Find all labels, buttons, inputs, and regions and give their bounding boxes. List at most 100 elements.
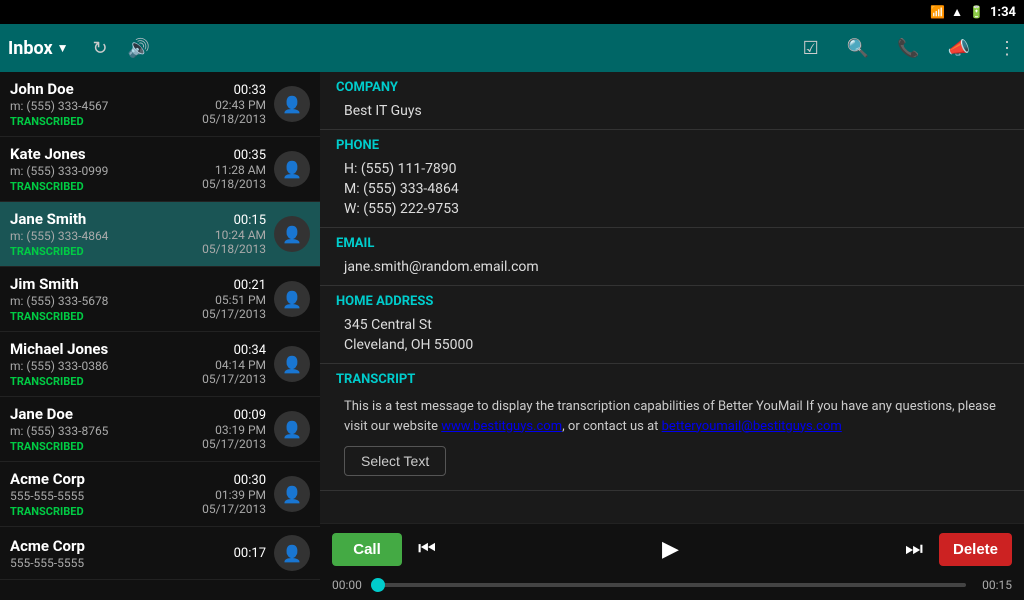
contact-date-1: 05/18/2013 bbox=[202, 177, 266, 191]
clock: 1:34 bbox=[990, 5, 1016, 20]
contact-list: John Doe m: (555) 333-4567 TRANSCRIBED 0… bbox=[0, 72, 320, 600]
search-icon[interactable]: 🔍 bbox=[847, 38, 869, 59]
avatar-icon-1 bbox=[282, 159, 302, 180]
contact-meta-1: 00:35 11:28 AM 05/18/2013 bbox=[202, 148, 266, 191]
contact-date-3: 05/17/2013 bbox=[202, 307, 266, 321]
contact-avatar-5 bbox=[274, 411, 310, 447]
contact-number-1: m: (555) 333-0999 bbox=[10, 164, 202, 178]
contact-info-3: Jim Smith m: (555) 333-5678 TRANSCRIBED bbox=[10, 275, 202, 323]
contact-meta-4: 00:34 04:14 PM 05/17/2013 bbox=[202, 343, 266, 386]
contact-avatar-6 bbox=[274, 476, 310, 512]
transcript-link1[interactable]: www.bestitguys.com bbox=[441, 419, 562, 434]
contact-status-6: TRANSCRIBED bbox=[10, 505, 202, 518]
contact-duration-1: 00:35 bbox=[202, 148, 266, 163]
contact-item-5[interactable]: Jane Doe m: (555) 333-8765 TRANSCRIBED 0… bbox=[0, 397, 320, 462]
contact-date-4: 05/17/2013 bbox=[202, 372, 266, 386]
progress-thumb bbox=[371, 578, 385, 592]
phone-log-icon[interactable]: 📞 bbox=[897, 38, 919, 59]
contact-meta-2: 00:15 10:24 AM 05/18/2013 bbox=[202, 213, 266, 256]
contact-info-1: Kate Jones m: (555) 333-0999 TRANSCRIBED bbox=[10, 145, 202, 193]
delete-button[interactable]: Delete bbox=[939, 533, 1012, 566]
contact-item-0[interactable]: John Doe m: (555) 333-4567 TRANSCRIBED 0… bbox=[0, 72, 320, 137]
contact-name-4: Michael Jones bbox=[10, 340, 202, 358]
select-text-button[interactable]: Select Text bbox=[344, 446, 446, 476]
avatar-icon-6 bbox=[282, 484, 302, 505]
contact-status-2: TRANSCRIBED bbox=[10, 245, 202, 258]
address-line2: Cleveland, OH 55000 bbox=[336, 335, 1008, 355]
rewind-button[interactable]: ⏮ bbox=[410, 534, 444, 565]
player-progress: 00:00 00:15 bbox=[320, 574, 1024, 600]
contact-item-7[interactable]: Acme Corp 555-555-5555 00:17 bbox=[0, 527, 320, 580]
contact-meta-6: 00:30 01:39 PM 05/17/2013 bbox=[202, 473, 266, 516]
phone-section: PHONE H: (555) 111-7890 M: (555) 333-486… bbox=[320, 130, 1024, 228]
transcript-body: This is a test message to display the tr… bbox=[336, 393, 1008, 440]
contact-date-2: 05/18/2013 bbox=[202, 242, 266, 256]
email-value: jane.smith@random.email.com bbox=[336, 257, 1008, 277]
avatar-icon-0 bbox=[282, 94, 302, 115]
phone-w: W: (555) 222-9753 bbox=[336, 199, 1008, 219]
company-value: Best IT Guys bbox=[336, 101, 1008, 121]
contact-duration-5: 00:09 bbox=[202, 408, 266, 423]
contact-date-0: 05/18/2013 bbox=[202, 112, 266, 126]
contact-status-0: TRANSCRIBED bbox=[10, 115, 202, 128]
contact-time-3: 05:51 PM bbox=[202, 293, 266, 307]
contact-time-4: 04:14 PM bbox=[202, 358, 266, 372]
call-button[interactable]: Call bbox=[332, 533, 402, 566]
avatar-icon-7 bbox=[282, 543, 302, 564]
contact-date-6: 05/17/2013 bbox=[202, 502, 266, 516]
signal-icon: 📶 bbox=[930, 5, 945, 19]
battery-icon: 🔋 bbox=[969, 5, 984, 19]
contact-item-6[interactable]: Acme Corp 555-555-5555 TRANSCRIBED 00:30… bbox=[0, 462, 320, 527]
phone-m: M: (555) 333-4864 bbox=[336, 179, 1008, 199]
contact-name-6: Acme Corp bbox=[10, 470, 202, 488]
contact-time-6: 01:39 PM bbox=[202, 488, 266, 502]
contact-number-5: m: (555) 333-8765 bbox=[10, 424, 202, 438]
contact-item-1[interactable]: Kate Jones m: (555) 333-0999 TRANSCRIBED… bbox=[0, 137, 320, 202]
contact-number-3: m: (555) 333-5678 bbox=[10, 294, 202, 308]
contact-item-3[interactable]: Jim Smith m: (555) 333-5678 TRANSCRIBED … bbox=[0, 267, 320, 332]
email-section: EMAIL jane.smith@random.email.com bbox=[320, 228, 1024, 286]
avatar-icon-3 bbox=[282, 289, 302, 310]
contact-item-4[interactable]: Michael Jones m: (555) 333-0386 TRANSCRI… bbox=[0, 332, 320, 397]
contact-item-2[interactable]: Jane Smith m: (555) 333-4864 TRANSCRIBED… bbox=[0, 202, 320, 267]
inbox-label: Inbox bbox=[8, 38, 53, 59]
audio-player: Call ⏮ ▶ ⏭ Delete 00:00 00:15 bbox=[320, 523, 1024, 600]
contact-name-2: Jane Smith bbox=[10, 210, 202, 228]
contact-meta-3: 00:21 05:51 PM 05/17/2013 bbox=[202, 278, 266, 321]
voicemail-icon[interactable]: 📣 bbox=[948, 38, 970, 59]
contact-duration-2: 00:15 bbox=[202, 213, 266, 228]
contact-meta-5: 00:09 03:19 PM 05/17/2013 bbox=[202, 408, 266, 451]
play-button[interactable]: ▶ bbox=[654, 532, 687, 566]
contact-duration-3: 00:21 bbox=[202, 278, 266, 293]
progress-bar[interactable] bbox=[378, 583, 966, 587]
contact-info-4: Michael Jones m: (555) 333-0386 TRANSCRI… bbox=[10, 340, 202, 388]
contact-number-6: 555-555-5555 bbox=[10, 489, 202, 503]
fast-forward-button[interactable]: ⏭ bbox=[897, 534, 931, 565]
contact-info-7: Acme Corp 555-555-5555 bbox=[10, 537, 234, 570]
contact-number-7: 555-555-5555 bbox=[10, 556, 234, 570]
contact-number-0: m: (555) 333-4567 bbox=[10, 99, 202, 113]
email-header: EMAIL bbox=[336, 236, 1008, 251]
contact-number-4: m: (555) 333-0386 bbox=[10, 359, 202, 373]
contact-meta-0: 00:33 02:43 PM 05/18/2013 bbox=[202, 83, 266, 126]
main-layout: John Doe m: (555) 333-4567 TRANSCRIBED 0… bbox=[0, 72, 1024, 600]
contact-meta-7: 00:17 bbox=[234, 546, 266, 561]
phone-header: PHONE bbox=[336, 138, 1008, 153]
checklist-icon[interactable]: ☑ bbox=[803, 38, 819, 59]
contact-time-2: 10:24 AM bbox=[202, 228, 266, 242]
more-icon[interactable]: ⋮ bbox=[998, 38, 1016, 59]
refresh-icon[interactable]: ↻ bbox=[93, 38, 108, 59]
address-section: HOME ADDRESS 345 Central St Cleveland, O… bbox=[320, 286, 1024, 364]
contact-name-0: John Doe bbox=[10, 80, 202, 98]
top-bar: Inbox ▼ ↻ 🔊 ☑ 🔍 📞 📣 ⋮ bbox=[0, 24, 1024, 72]
contact-avatar-7 bbox=[274, 535, 310, 571]
transcript-link2[interactable]: betteryoumail@bestitguys.com bbox=[662, 419, 842, 434]
status-icons: 📶 ▲ 🔋 1:34 bbox=[930, 5, 1016, 20]
contact-time-1: 11:28 AM bbox=[202, 163, 266, 177]
contact-name-5: Jane Doe bbox=[10, 405, 202, 423]
volume-icon[interactable]: 🔊 bbox=[128, 38, 150, 59]
contact-info-2: Jane Smith m: (555) 333-4864 TRANSCRIBED bbox=[10, 210, 202, 258]
contact-status-1: TRANSCRIBED bbox=[10, 180, 202, 193]
address-header: HOME ADDRESS bbox=[336, 294, 1008, 309]
contact-status-4: TRANSCRIBED bbox=[10, 375, 202, 388]
